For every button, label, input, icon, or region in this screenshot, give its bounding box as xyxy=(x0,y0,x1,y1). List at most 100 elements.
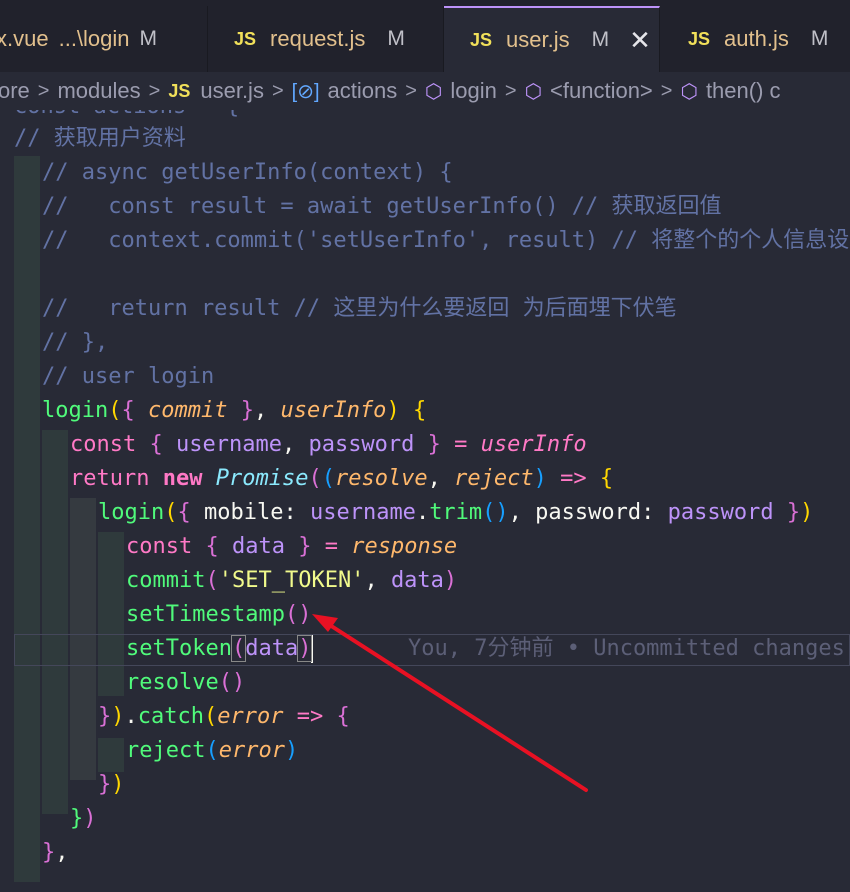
indent-guide xyxy=(98,532,124,696)
modified-badge: M xyxy=(139,27,158,50)
token: ) xyxy=(297,635,313,662)
modified-badge: M xyxy=(810,27,829,50)
close-icon[interactable]: ✕ xyxy=(629,25,651,56)
token: } xyxy=(98,704,112,729)
token: password xyxy=(667,500,774,525)
code-line: }) xyxy=(70,802,97,836)
method-cube-icon: ⬡ xyxy=(680,80,698,103)
token: ) xyxy=(800,500,814,525)
breadcrumb-item[interactable]: user.js xyxy=(200,78,264,104)
token: data xyxy=(245,636,299,661)
breadcrumb-item[interactable]: ore xyxy=(0,78,30,104)
arrow-head xyxy=(312,614,338,632)
code-line: }).catch(error => { xyxy=(98,704,350,729)
code-line: login({ mobile: username.trim(), passwor… xyxy=(98,500,814,525)
code-line: resolve() xyxy=(126,666,245,700)
js-file-icon: JS xyxy=(168,80,191,101)
indent-guide xyxy=(42,430,68,814)
chevron-right-icon: > xyxy=(405,79,417,102)
code-line: setTimestamp() xyxy=(126,598,311,632)
chevron-right-icon: > xyxy=(37,79,50,102)
tab-user-js[interactable]: JS user.js M ✕ xyxy=(444,6,660,72)
tab-label: x.vue xyxy=(0,26,49,51)
token: username xyxy=(309,500,416,525)
breadcrumb-item[interactable]: then() c xyxy=(706,78,781,104)
tab-auth-js[interactable]: JS auth.js M xyxy=(660,6,850,72)
breadcrumb-item[interactable]: modules xyxy=(57,78,140,104)
token: { xyxy=(177,500,191,525)
code-line: commit('SET_TOKEN', data) xyxy=(126,568,458,593)
token: { xyxy=(149,432,163,457)
tab-label: user.js xyxy=(506,27,570,52)
code-line: // return result // 这里为什么要返回 为后面埋下伏笔 xyxy=(42,296,677,321)
tab-request-js[interactable]: JS request.js M xyxy=(208,6,444,72)
token: username xyxy=(175,432,282,457)
token: catch xyxy=(137,704,204,729)
token: => xyxy=(560,466,587,491)
code-line: // context.commit('setUserInfo', result)… xyxy=(42,228,850,253)
token: error xyxy=(217,704,284,729)
js-file-icon: JS xyxy=(234,28,257,49)
token: } xyxy=(42,840,56,865)
token: ( xyxy=(108,398,122,423)
token: ) xyxy=(533,466,547,491)
token: reject xyxy=(454,466,534,491)
token: ( xyxy=(308,466,322,491)
token: 'SET_TOKEN' xyxy=(218,568,365,593)
code-editor[interactable]: const actions = { // 获取用户资料 // async get… xyxy=(0,110,850,892)
token: () xyxy=(482,500,509,525)
indent-guide xyxy=(14,156,40,882)
token: ) xyxy=(284,738,299,763)
breadcrumb-item[interactable]: login xyxy=(450,78,496,104)
token: { xyxy=(336,704,350,729)
git-blame-annotation: You, 7分钟前 • Uncommitted changes xyxy=(408,636,845,661)
token: ) xyxy=(111,772,125,797)
token: ) xyxy=(83,806,97,831)
code-line: const { data } = response xyxy=(126,530,457,564)
code-line: return new Promise((resolve, reject) => … xyxy=(70,466,614,491)
token: ) xyxy=(386,398,400,423)
token: { xyxy=(599,466,614,491)
token: login xyxy=(42,398,109,423)
tab-index-vue[interactable]: x.vue ...\login M xyxy=(0,6,208,72)
code-line: // async getUserInfo(context) { xyxy=(42,160,453,185)
text-cursor xyxy=(311,635,314,663)
token: commit xyxy=(126,568,206,593)
token: password xyxy=(535,500,642,525)
code-line: }, xyxy=(42,840,69,865)
js-file-icon: JS xyxy=(688,28,711,49)
token: new xyxy=(162,466,203,491)
token: setToken xyxy=(126,636,232,661)
code-line: // 获取用户资料 xyxy=(14,126,186,151)
token: ( xyxy=(230,635,247,662)
indent-guide xyxy=(98,738,124,772)
code-line: // const result = await getUserInfo() //… xyxy=(42,194,722,219)
token: Promise xyxy=(215,466,309,491)
token: => xyxy=(296,704,324,729)
token: = xyxy=(454,432,468,457)
breadcrumb: ore > modules > JS user.js > [⊘] actions… xyxy=(0,72,850,110)
token: { xyxy=(205,534,219,559)
token: data xyxy=(231,534,285,559)
token: ( xyxy=(205,568,219,593)
token: resolve xyxy=(126,670,219,695)
token: } xyxy=(298,534,312,559)
token: } xyxy=(240,398,254,423)
token: const xyxy=(126,534,193,559)
token: ( xyxy=(205,738,219,763)
token: trim xyxy=(429,500,483,525)
method-cube-icon: ⬡ xyxy=(424,80,443,103)
token: return xyxy=(70,466,150,491)
breadcrumb-item[interactable]: <function> xyxy=(550,78,653,104)
token: { xyxy=(412,398,427,423)
token: { xyxy=(121,398,135,423)
token: const xyxy=(70,432,137,457)
modified-badge: M xyxy=(591,28,610,51)
token: reject xyxy=(126,738,206,763)
code-line: // }, xyxy=(42,330,109,355)
code-line: login({ commit }, userInfo) { xyxy=(42,398,427,423)
method-cube-icon: ⬡ xyxy=(524,80,543,103)
token: login xyxy=(98,500,165,525)
variable-icon: [⊘] xyxy=(291,80,320,103)
breadcrumb-item[interactable]: actions xyxy=(328,78,398,104)
